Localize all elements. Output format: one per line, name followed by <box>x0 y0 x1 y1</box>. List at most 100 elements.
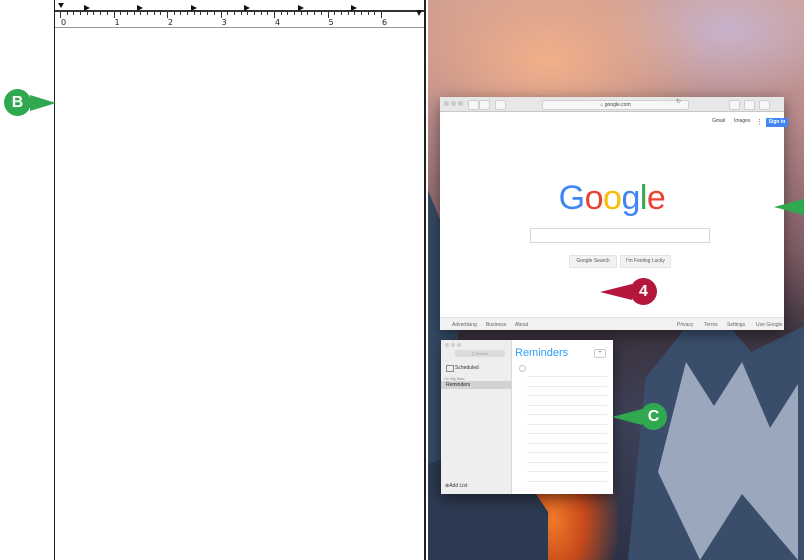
google-search-input[interactable] <box>530 228 710 243</box>
ruler-minor-tick <box>207 12 209 15</box>
ruler-minor-tick <box>280 12 282 15</box>
ruler-minor-tick <box>334 12 336 15</box>
ruler-minor-tick <box>133 12 135 15</box>
ruler-minor-tick <box>120 12 122 15</box>
callout-step-4: 4 <box>630 278 657 305</box>
ruler-minor-tick <box>86 12 88 15</box>
document-page[interactable]: 0 1 2 3 4 5 6 <box>54 0 426 560</box>
tab-stop-marker[interactable] <box>83 5 90 11</box>
gmail-link[interactable]: Gmail <box>712 118 725 124</box>
minimize-window-icon[interactable] <box>451 343 455 347</box>
reminders-list-title: Reminders <box>515 347 569 359</box>
minimize-window-icon[interactable] <box>451 101 456 106</box>
reminder-checkbox[interactable] <box>519 365 526 372</box>
ruler-minor-tick <box>146 12 148 15</box>
google-logo-letter: g <box>621 179 640 217</box>
reminder-row-line <box>527 461 607 463</box>
back-icon[interactable] <box>468 100 479 110</box>
address-bar[interactable]: ⌂ google.com <box>542 100 689 110</box>
ruler-minor-tick <box>360 12 362 15</box>
google-logo-letter: o <box>603 179 622 217</box>
zoom-window-icon[interactable] <box>457 343 461 347</box>
add-reminder-button[interactable]: + <box>594 349 606 358</box>
calendar-icon <box>446 365 454 372</box>
downloads-icon[interactable] <box>729 100 740 110</box>
footer-link-use-google[interactable]: Use Google <box>756 322 782 328</box>
ruler[interactable]: 0 1 2 3 4 5 6 <box>55 0 424 28</box>
google-logo: Google <box>440 179 784 218</box>
feeling-lucky-button[interactable]: I'm Feeling Lucky <box>620 255 671 268</box>
google-logo-letter: e <box>646 179 666 217</box>
first-line-indent-marker[interactable] <box>58 3 64 8</box>
ruler-number: 5 <box>328 18 334 27</box>
ruler-minor-tick <box>66 12 68 15</box>
callout-4-arrow <box>600 284 632 300</box>
ruler-minor-tick <box>300 12 302 15</box>
close-window-icon[interactable] <box>445 343 449 347</box>
ruler-minor-tick <box>173 12 175 15</box>
reminders-search-input[interactable]: Q Search <box>455 350 505 357</box>
add-list-label: Add List <box>449 483 468 489</box>
ruler-minor-tick <box>320 12 322 15</box>
google-logo-letter: G <box>558 179 585 217</box>
add-list-button[interactable]: ⊕Add List <box>445 483 467 489</box>
share-icon[interactable] <box>744 100 755 110</box>
ruler-number: 1 <box>114 18 120 27</box>
footer-link-terms[interactable]: Terms <box>704 322 718 328</box>
ruler-minor-tick <box>80 12 82 15</box>
zoom-window-icon[interactable] <box>458 101 463 106</box>
reminder-row-line <box>527 404 607 406</box>
reload-icon[interactable]: ↻ <box>676 98 681 105</box>
ruler-minor-tick <box>347 12 349 15</box>
ruler-minor-tick <box>187 12 189 15</box>
sidebar-item-reminders[interactable]: Reminders <box>446 382 470 388</box>
tabs-icon[interactable] <box>759 100 770 110</box>
tab-stop-marker[interactable] <box>244 5 251 11</box>
ruler-minor-tick <box>374 12 376 15</box>
ruler-minor-tick <box>100 12 102 15</box>
footer-link-settings[interactable]: Settings <box>727 322 745 328</box>
sidebar-icon[interactable] <box>495 100 506 110</box>
reminders-window[interactable]: Q Search Scheduled On My Mac Reminders ⊕… <box>441 340 613 494</box>
google-search-button[interactable]: Google Search <box>569 255 617 268</box>
reminder-row-line <box>527 471 607 472</box>
google-logo-letter: o <box>584 179 604 217</box>
google-footer: Advertising Business About Privacy Terms… <box>440 317 784 330</box>
ruler-minor-tick <box>140 12 142 15</box>
sidebar-item-scheduled[interactable]: Scheduled <box>455 365 479 371</box>
forward-icon[interactable] <box>479 100 490 110</box>
tab-stop-marker[interactable] <box>137 5 144 11</box>
reminder-row-line <box>527 480 607 482</box>
reminders-sidebar: Q Search Scheduled On My Mac Reminders ⊕… <box>441 340 512 494</box>
ruler-number: 6 <box>382 18 388 27</box>
ruler-minor-tick <box>213 12 215 15</box>
reminder-row-line <box>527 423 607 425</box>
footer-link-business[interactable]: Business <box>486 322 506 328</box>
footer-link-about[interactable]: About <box>515 322 528 328</box>
sign-in-button[interactable]: Sign in <box>766 118 788 127</box>
footer-link-advertising[interactable]: Advertising <box>452 322 477 328</box>
callout-c: C <box>640 403 667 430</box>
reminder-row-line <box>527 452 607 453</box>
callout-edge-arrow <box>774 199 804 215</box>
images-link[interactable]: Images <box>734 118 750 124</box>
safari-toolbar: ⌂ google.com ↻ <box>440 97 784 112</box>
right-margin-marker[interactable] <box>416 10 422 16</box>
ruler-number: 4 <box>275 18 281 27</box>
close-window-icon[interactable] <box>444 101 449 106</box>
ruler-minor-tick <box>253 12 255 15</box>
ruler-minor-tick <box>193 12 195 15</box>
ruler-bar <box>55 10 424 12</box>
footer-link-privacy[interactable]: Privacy <box>677 322 693 328</box>
tab-stop-marker[interactable] <box>351 5 358 11</box>
ruler-minor-tick <box>233 12 235 15</box>
google-top-links: Gmail Images ⋮⋮⋮ Sign in <box>664 116 788 127</box>
ruler-minor-tick <box>126 12 128 15</box>
google-logo-letter: l <box>639 179 648 217</box>
ruler-minor-tick <box>314 12 316 15</box>
ruler-minor-tick <box>367 12 369 15</box>
tab-stop-marker[interactable] <box>190 5 197 11</box>
tab-stop-marker[interactable] <box>297 5 304 11</box>
ruler-minor-tick <box>247 12 249 15</box>
ruler-number: 3 <box>221 18 227 27</box>
